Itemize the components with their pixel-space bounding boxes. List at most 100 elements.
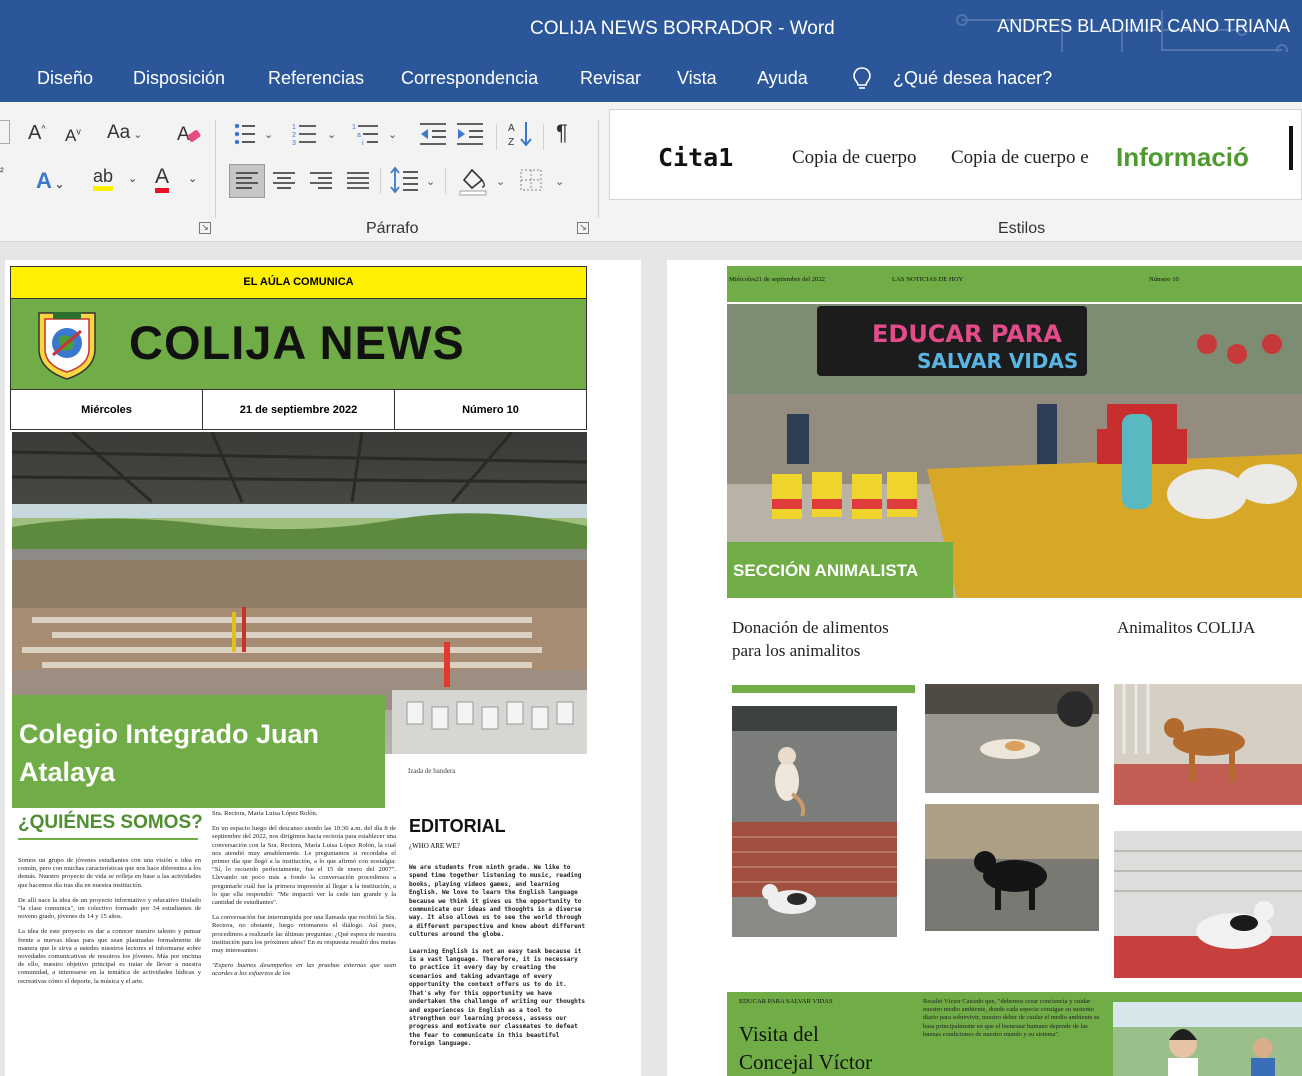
cat-street-photo[interactable] (732, 706, 897, 822)
councilor-visit-photo[interactable] (1113, 1002, 1302, 1076)
page-left[interactable]: EL AÚLA COMUNICA COLIJA NEWS Miércoles 2… (5, 260, 641, 1076)
page-right[interactable]: Miércoles21 de septiembre del 2022 LAS N… (667, 260, 1302, 1076)
svg-text:⌄: ⌄ (426, 176, 435, 188)
editorial-paragraph: We are students from ninth grade. We lik… (409, 864, 586, 939)
svg-text:A: A (508, 123, 515, 134)
black-cat-photo[interactable] (925, 804, 1099, 931)
visit-body: Resaltó Víctor Caicedo que, "debemos cre… (923, 998, 1100, 1038)
hero-caption-box: Colegio Integrado Juan Atalaya (12, 695, 385, 808)
multilevel-list-icon[interactable]: 1ai ⌄ (352, 122, 398, 146)
quienes-paragraph: De allí nace la idea de un proyecto info… (18, 896, 201, 921)
svg-text:1: 1 (352, 124, 356, 131)
image-caption: Izada de bandera (408, 767, 456, 775)
shrink-font-button[interactable]: Av (65, 126, 81, 146)
tab-vista[interactable]: Vista (677, 68, 717, 89)
header-date: Miércoles21 de septiembre del 2022 (729, 276, 825, 283)
interview-column: Sra. Rectora, María Luisa López Rolón. E… (212, 810, 396, 1076)
tab-ayuda[interactable]: Ayuda (757, 68, 808, 89)
editorial-column: We are students from ninth grade. We lik… (409, 864, 587, 1076)
clear-formatting-icon[interactable]: A (176, 120, 202, 146)
tab-referencias[interactable]: Referencias (268, 68, 364, 89)
visit-title: Visita del Concejal Víctor (739, 1020, 872, 1076)
issue-weekday: Miércoles (11, 390, 203, 429)
line-spacing-icon[interactable]: ⌄ (390, 166, 436, 194)
tell-me-search[interactable]: ¿Qué desea hacer? (893, 68, 1052, 89)
account-user-name[interactable]: ANDRES BLADIMIR CANO TRIANA (997, 16, 1290, 37)
sort-icon[interactable]: A Z (508, 120, 534, 148)
font-color-dropdown-icon[interactable]: ⌄ (188, 172, 197, 185)
tab-correspondencia[interactable]: Correspondencia (401, 68, 538, 89)
font-dialog-launcher-icon[interactable]: ↘ (199, 222, 211, 234)
right-page-header-bar: Miércoles21 de septiembre del 2022 LAS N… (727, 266, 1302, 302)
style-informacion[interactable]: Informació (1116, 142, 1264, 173)
style-copia-de-cuerpo[interactable]: Copia de cuerpo (792, 147, 917, 169)
hero-caption-line2: Atalaya (19, 757, 116, 787)
font-group-edge-mark: ² (0, 166, 4, 178)
ribbon-separator (380, 168, 381, 194)
svg-text:⌄: ⌄ (388, 129, 397, 141)
ribbon-separator (496, 124, 497, 150)
tab-revisar[interactable]: Revisar (580, 68, 641, 89)
ribbon-tabs: Diseño Disposición Referencias Correspon… (0, 52, 1302, 102)
svg-text:⌄: ⌄ (555, 176, 564, 188)
svg-text:⌄: ⌄ (327, 129, 336, 141)
donation-heading-line2: para los animalitos (732, 641, 861, 660)
align-center-icon[interactable] (272, 170, 296, 192)
align-right-icon[interactable] (309, 170, 333, 192)
svg-text:SALVAR VIDAS: SALVAR VIDAS (917, 349, 1078, 373)
cat-sleeping-photo[interactable] (1114, 831, 1302, 978)
donation-heading: Donación de alimentos para los animalito… (732, 616, 889, 662)
grow-font-button[interactable]: A^ (28, 122, 46, 145)
highlight-dropdown-icon[interactable]: ⌄ (128, 172, 137, 185)
interview-paragraph: Sra. Rectora, María Luisa López Rolón. (212, 810, 318, 817)
paragraph-dialog-launcher-icon[interactable]: ↘ (577, 222, 589, 234)
section-animalista-banner: SECCIÓN ANIMALISTA (727, 542, 953, 598)
editorial-subheading: ¿WHO ARE WE? (409, 842, 460, 850)
styles-gallery: Cita1 Copia de cuerpo Copia de cuerpo e … (609, 109, 1302, 200)
ribbon-toolbar: A^ Av Aa ⌄ A ² A ⌄ ab ⌄ A ⌄ ↘ ⌄ 123 ⌄ 1ai … (0, 102, 1302, 242)
numbering-icon[interactable]: 123 ⌄ (292, 122, 336, 146)
highlight-color-button[interactable]: ab (93, 166, 114, 191)
decrease-indent-icon[interactable] (420, 122, 448, 146)
style-cita1[interactable]: Cita1 (658, 143, 733, 172)
ribbon-separator (215, 120, 216, 218)
tab-diseno[interactable]: Diseño (37, 68, 93, 89)
justify-icon[interactable] (346, 170, 370, 192)
bullets-icon[interactable]: ⌄ (233, 122, 273, 146)
styles-group-label: Estilos (998, 220, 1046, 237)
visit-title-line1: Visita del (739, 1022, 819, 1046)
cat-parking-photo[interactable] (925, 684, 1099, 793)
svg-text:2: 2 (292, 132, 296, 139)
align-left-button[interactable] (229, 164, 265, 198)
font-size-box-edge[interactable] (0, 120, 10, 144)
cat-brick-wall-photo[interactable] (732, 822, 897, 937)
svg-text:EDUCAR PARA: EDUCAR PARA (872, 320, 1062, 348)
dog-photo[interactable] (1114, 684, 1302, 805)
editorial-heading: EDITORIAL (409, 816, 506, 836)
show-formatting-marks-icon[interactable]: ¶ (556, 120, 568, 146)
style-copia-de-cuerpo-e[interactable]: Copia de cuerpo e (951, 147, 1089, 169)
tagline-banner: EL AÚLA COMUNICA (10, 266, 587, 299)
visit-title-line2: Concejal Víctor (739, 1050, 873, 1074)
document-workspace[interactable]: EL AÚLA COMUNICA COLIJA NEWS Miércoles 2… (0, 242, 1302, 1076)
document-title: COLIJA NEWS BORRADOR - Word (530, 18, 835, 39)
shading-icon[interactable]: ⌄ (458, 166, 508, 196)
paragraph-group-label: Párrafo (366, 220, 419, 237)
hero-caption-line1: Colegio Integrado Juan (19, 719, 320, 749)
interview-paragraph: "Espero buenos desempeños en las pruebas… (212, 962, 396, 978)
tab-disposicion[interactable]: Disposición (133, 68, 225, 89)
animalitos-heading: Animalitos COLIJA (1117, 618, 1256, 637)
styles-gallery-edge (1289, 126, 1293, 170)
section-rule (732, 685, 915, 693)
svg-text:Z: Z (508, 137, 514, 148)
change-case-button[interactable]: Aa ⌄ (107, 122, 142, 144)
interview-paragraph: La conversación fue interrumpida por una… (212, 914, 396, 955)
quienes-column: Somos un grupo de jóvenes estudiantes co… (18, 857, 201, 993)
lightbulb-icon[interactable] (851, 66, 873, 92)
interview-paragraph: En un espacio luego del descanso siendo … (212, 825, 396, 907)
ribbon-separator (445, 168, 446, 194)
font-color-button[interactable]: A (155, 166, 170, 193)
borders-icon[interactable]: ⌄ (519, 168, 567, 194)
text-effects-button[interactable]: A ⌄ (36, 168, 64, 194)
increase-indent-icon[interactable] (457, 122, 485, 146)
